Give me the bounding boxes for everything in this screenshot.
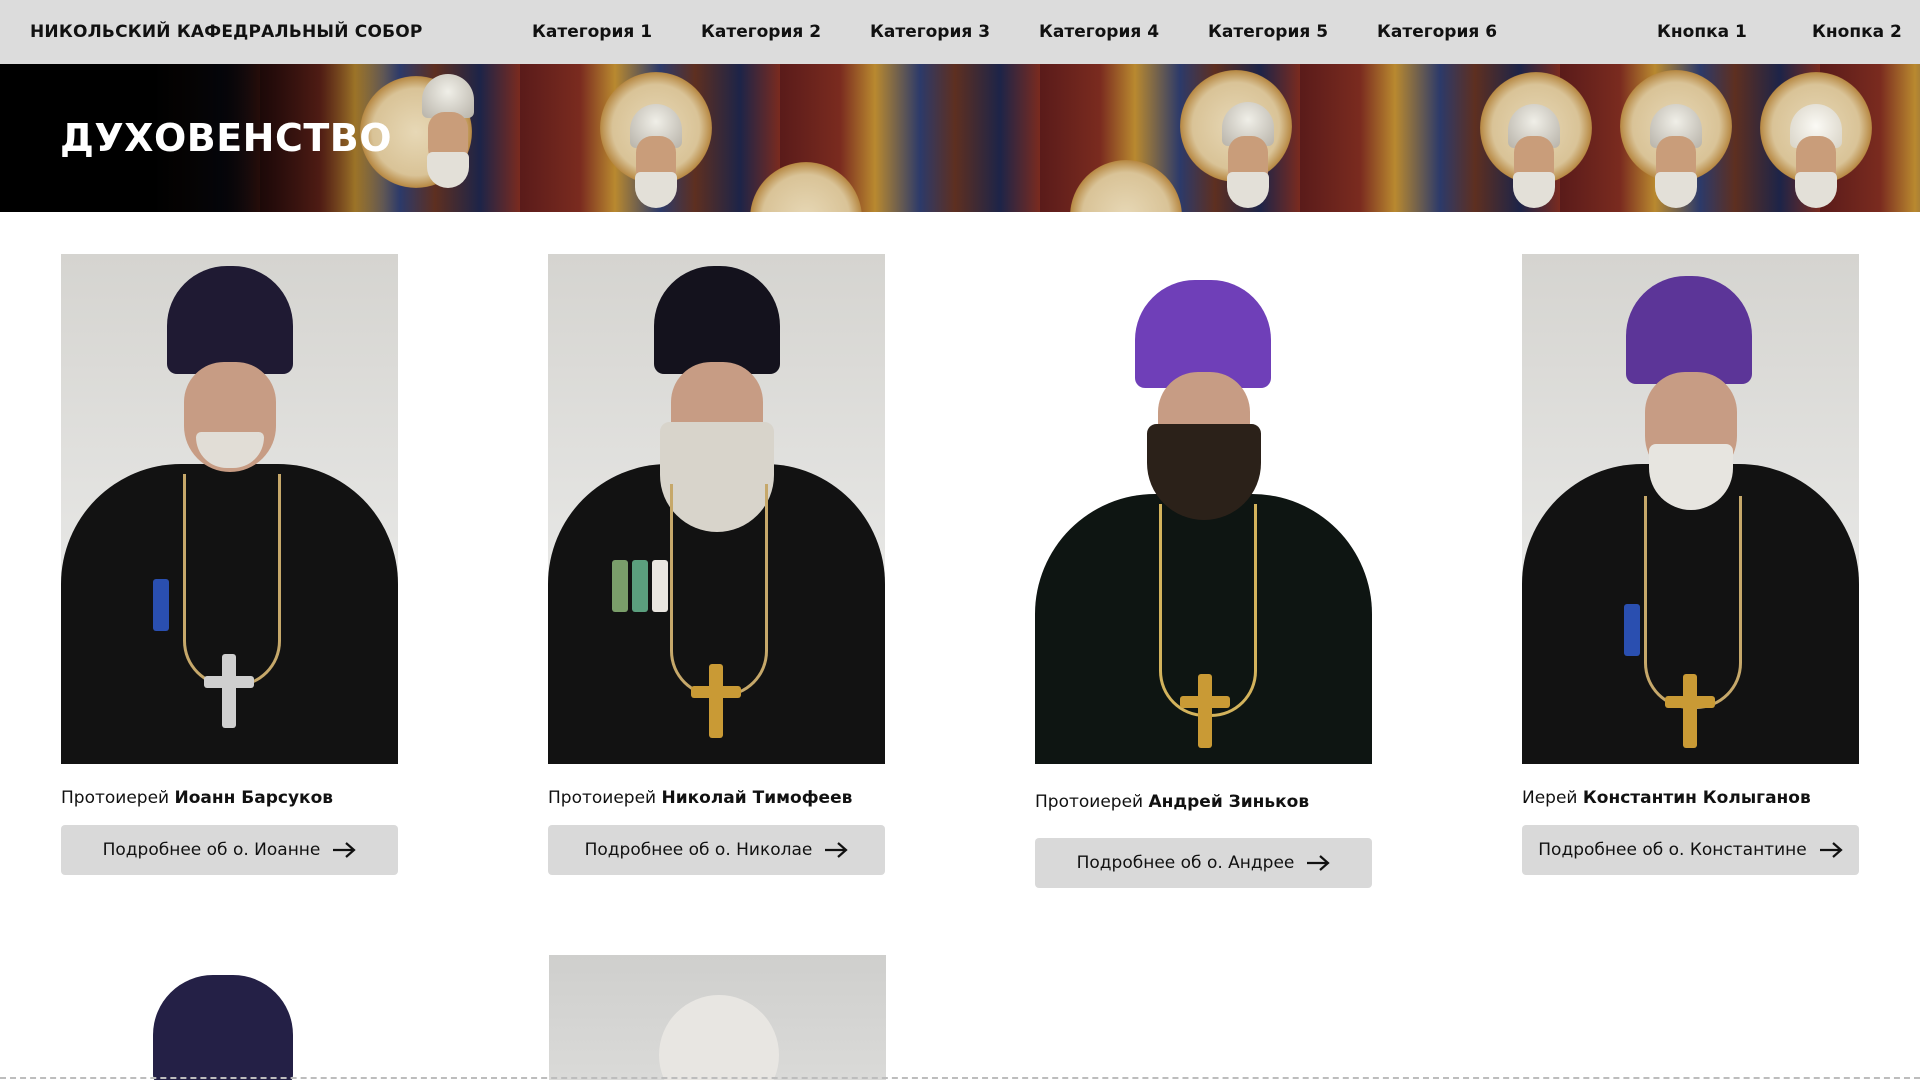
cross xyxy=(204,676,254,688)
arrow-right-icon xyxy=(332,841,357,859)
clergy-photo[interactable] xyxy=(548,254,885,764)
nav-category-5[interactable]: Категория 5 xyxy=(1208,0,1377,64)
cross xyxy=(691,686,741,698)
category-nav: Категория 1 Категория 2 Категория 3 Кате… xyxy=(532,0,1546,64)
kamilavka xyxy=(654,266,780,374)
arrow-right-icon xyxy=(1819,841,1843,859)
cross xyxy=(1180,696,1230,708)
kamilavka xyxy=(153,975,293,1080)
nav-button-1[interactable]: Кнопка 1 xyxy=(1657,0,1747,64)
medal xyxy=(1624,604,1640,656)
top-navbar: НИКОЛЬСКИЙ КАФЕДРАЛЬНЫЙ СОБОР Категория … xyxy=(0,0,1920,64)
cross xyxy=(1683,674,1697,748)
saint-beard xyxy=(635,172,677,208)
site-brand[interactable]: НИКОЛЬСКИЙ КАФЕДРАЛЬНЫЙ СОБОР xyxy=(30,0,423,64)
kamilavka xyxy=(1626,276,1752,384)
saint-beard xyxy=(1795,172,1837,208)
details-button[interactable]: Подробнее об о. Иоанне xyxy=(61,825,398,875)
nav-category-1[interactable]: Категория 1 xyxy=(532,0,701,64)
hair xyxy=(659,995,779,1080)
clergy-photo[interactable] xyxy=(1035,254,1372,764)
clergy-name: Протоиерей Иоанн Барсуков xyxy=(61,788,334,808)
arrow-right-icon xyxy=(1306,854,1331,872)
clergy-photo[interactable] xyxy=(61,254,398,764)
nav-category-4[interactable]: Категория 4 xyxy=(1039,0,1208,64)
saint-halo xyxy=(1070,160,1182,212)
details-button[interactable]: Подробнее об о. Константине xyxy=(1522,825,1859,875)
clergy-photo[interactable] xyxy=(61,955,398,1080)
arrow-right-icon xyxy=(824,841,849,859)
nav-category-3[interactable]: Категория 3 xyxy=(870,0,1039,64)
page-title: ДУХОВЕНСТВО xyxy=(60,116,393,160)
saint-halo xyxy=(750,162,862,212)
medal xyxy=(632,560,648,612)
details-button[interactable]: Подробнее об о. Николае xyxy=(548,825,885,875)
clergy-photo[interactable] xyxy=(1522,254,1859,764)
cross xyxy=(1665,696,1715,708)
clergy-photo[interactable] xyxy=(549,955,886,1080)
saint-beard xyxy=(1655,172,1697,208)
cross xyxy=(1198,674,1212,748)
cross xyxy=(222,654,236,728)
cross xyxy=(709,664,723,738)
clergy-name: Протоиерей Андрей Зиньков xyxy=(1035,792,1310,812)
nav-category-6[interactable]: Категория 6 xyxy=(1377,0,1546,64)
nav-button-2[interactable]: Кнопка 2 xyxy=(1812,0,1902,64)
kamilavka xyxy=(167,266,293,374)
saint-beard xyxy=(1227,172,1269,208)
details-button[interactable]: Подробнее об о. Андрее xyxy=(1035,838,1372,888)
saint-beard xyxy=(1513,172,1555,208)
nav-category-2[interactable]: Категория 2 xyxy=(701,0,870,64)
clergy-name: Иерей Константин Колыганов xyxy=(1522,788,1811,808)
medal xyxy=(612,560,628,612)
clergy-name: Протоиерей Николай Тимофеев xyxy=(548,788,853,808)
page-divider xyxy=(0,1077,1920,1079)
saint-beard xyxy=(427,152,469,188)
medal xyxy=(652,560,668,612)
medal xyxy=(153,579,169,631)
